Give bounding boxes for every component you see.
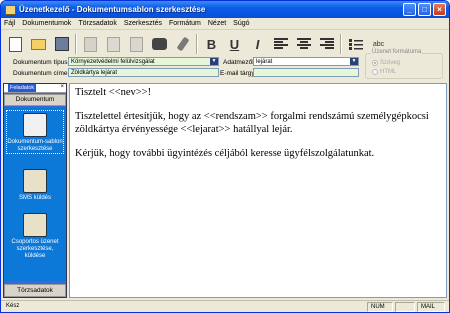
save-disk-icon	[54, 37, 69, 51]
sidebar-item-label: SMS küldés	[18, 195, 51, 201]
menu-help[interactable]: Súgó	[233, 20, 249, 27]
chevron-down-icon: ▼	[210, 58, 218, 65]
menu-file[interactable]: Fájl	[4, 20, 15, 27]
sidebar-header: Feladatok ×	[4, 84, 66, 93]
copy-button[interactable]	[103, 34, 124, 55]
menu-documents[interactable]: Dokumentumok	[22, 20, 71, 27]
underline-button[interactable]: U	[224, 34, 245, 55]
align-left-icon	[273, 38, 288, 49]
open-folder-icon	[31, 38, 46, 50]
wrench-icon	[176, 36, 189, 52]
menu-format[interactable]: Formátum	[169, 20, 201, 27]
menu-master-data[interactable]: Törzsadatok	[78, 20, 117, 27]
close-button[interactable]: ×	[433, 3, 446, 16]
sidebar-list: Dokumentum-sablon szerkesztése SMS küldé…	[4, 107, 66, 297]
app-icon	[5, 4, 16, 15]
sidebar-item-group-message[interactable]: Csoportos üzenet szerkesztése, küldése	[6, 211, 64, 260]
toolbar-separator	[75, 34, 77, 54]
save-button[interactable]	[51, 34, 72, 55]
status-num: NUM	[367, 302, 393, 312]
align-right-button[interactable]	[316, 34, 337, 55]
sidebar-item-template-edit[interactable]: Dokumentum-sablon szerkesztése	[6, 110, 64, 154]
italic-button[interactable]: I	[247, 34, 268, 55]
status-ready: Kész	[6, 303, 20, 309]
replace-button[interactable]	[172, 34, 193, 55]
toolbar-separator	[196, 34, 198, 54]
format-radio-text[interactable]: Szöveg	[372, 60, 400, 66]
document-type-label: Dokumentum típus	[13, 59, 68, 66]
data-fields-value: lejárat	[256, 59, 273, 65]
document-title-label: Dokumentum címe:	[13, 70, 70, 77]
editor-paragraph: Kérjük, hogy további ügyintézés céljából…	[75, 148, 375, 159]
status-bar: Kész NUM MAIL	[1, 300, 449, 312]
new-document-button[interactable]	[5, 34, 26, 55]
app-window: Üzenetkezelő - Dokumentumsablon szerkesz…	[0, 0, 450, 313]
copy-icon	[107, 36, 120, 52]
users-group-icon	[23, 213, 47, 237]
align-right-icon	[319, 38, 334, 49]
bullet-list-icon	[348, 38, 363, 50]
menu-bar: Fájl Dokumentumok Törzsadatok Szerkeszté…	[1, 18, 449, 30]
chevron-down-icon: ▼	[350, 58, 358, 65]
binoculars-icon	[152, 38, 167, 50]
find-button[interactable]	[149, 34, 170, 55]
paste-icon	[130, 36, 143, 52]
task-sidebar: Feladatok × Dokumentum Dokumentum-sablon…	[3, 83, 67, 298]
open-button[interactable]	[28, 34, 49, 55]
document-title-input[interactable]: Zöldkártya lejárat	[68, 68, 219, 77]
format-radio-html[interactable]: HTML	[372, 69, 396, 75]
window-title: Üzenetkezelő - Dokumentumsablon szerkesz…	[19, 5, 206, 14]
data-fields-label: Adatmezők	[223, 59, 256, 66]
cut-icon	[84, 36, 97, 52]
document-edit-icon	[23, 113, 47, 137]
format-text-label: Szöveg	[380, 60, 401, 66]
sidebar-category-master-data[interactable]: Törzsadatok	[4, 284, 66, 297]
sidebar-category-document[interactable]: Dokumentum	[4, 94, 66, 106]
menu-edit[interactable]: Szerkesztés	[124, 20, 162, 27]
status-mail: MAIL	[417, 302, 445, 312]
message-format-title: Üzenet formátuma	[371, 49, 423, 55]
align-center-button[interactable]	[293, 34, 314, 55]
sidebar-item-sms[interactable]: SMS küldés	[6, 167, 64, 202]
email-subject-input[interactable]	[253, 68, 359, 77]
cut-button[interactable]	[80, 34, 101, 55]
document-type-value: Környezetvédelmi felülvizsgálat	[71, 59, 155, 65]
menu-view[interactable]: Nézet	[208, 20, 226, 27]
sidebar-item-label: Dokumentum-sablon szerkesztése	[7, 139, 63, 152]
radio-empty-icon	[372, 69, 378, 75]
sidebar-header-title: Feladatok	[8, 84, 37, 92]
sidebar-item-label: Csoportos üzenet szerkesztése, küldése	[11, 239, 59, 259]
radio-selected-icon	[372, 60, 378, 66]
data-fields-select[interactable]: lejárat ▼	[253, 57, 359, 66]
status-empty	[395, 302, 415, 312]
document-editor[interactable]: Tisztelt <<nev>>! Tisztelettel értesítjü…	[69, 83, 447, 298]
user-phone-icon	[23, 169, 47, 193]
new-document-icon	[9, 36, 22, 52]
editor-paragraph: Tisztelettel értesítjük, hogy az <<rends…	[75, 111, 429, 135]
paste-button[interactable]	[126, 34, 147, 55]
bold-button[interactable]: B	[201, 34, 222, 55]
minimize-button[interactable]: _	[403, 3, 416, 16]
sidebar-close-icon[interactable]: ×	[60, 84, 64, 90]
title-bar[interactable]: Üzenetkezelő - Dokumentumsablon szerkesz…	[1, 1, 449, 18]
toolbar-separator	[340, 34, 342, 54]
editor-paragraph: Tisztelt <<nev>>!	[75, 87, 152, 98]
bullet-list-button[interactable]	[345, 34, 366, 55]
align-center-icon	[296, 38, 311, 49]
maximize-button[interactable]: □	[418, 3, 431, 16]
format-html-label: HTML	[380, 69, 397, 75]
align-left-button[interactable]	[270, 34, 291, 55]
message-format-group: Üzenet formátuma Szöveg HTML	[365, 49, 443, 79]
document-type-select[interactable]: Környezetvédelmi felülvizsgálat ▼	[68, 57, 219, 66]
